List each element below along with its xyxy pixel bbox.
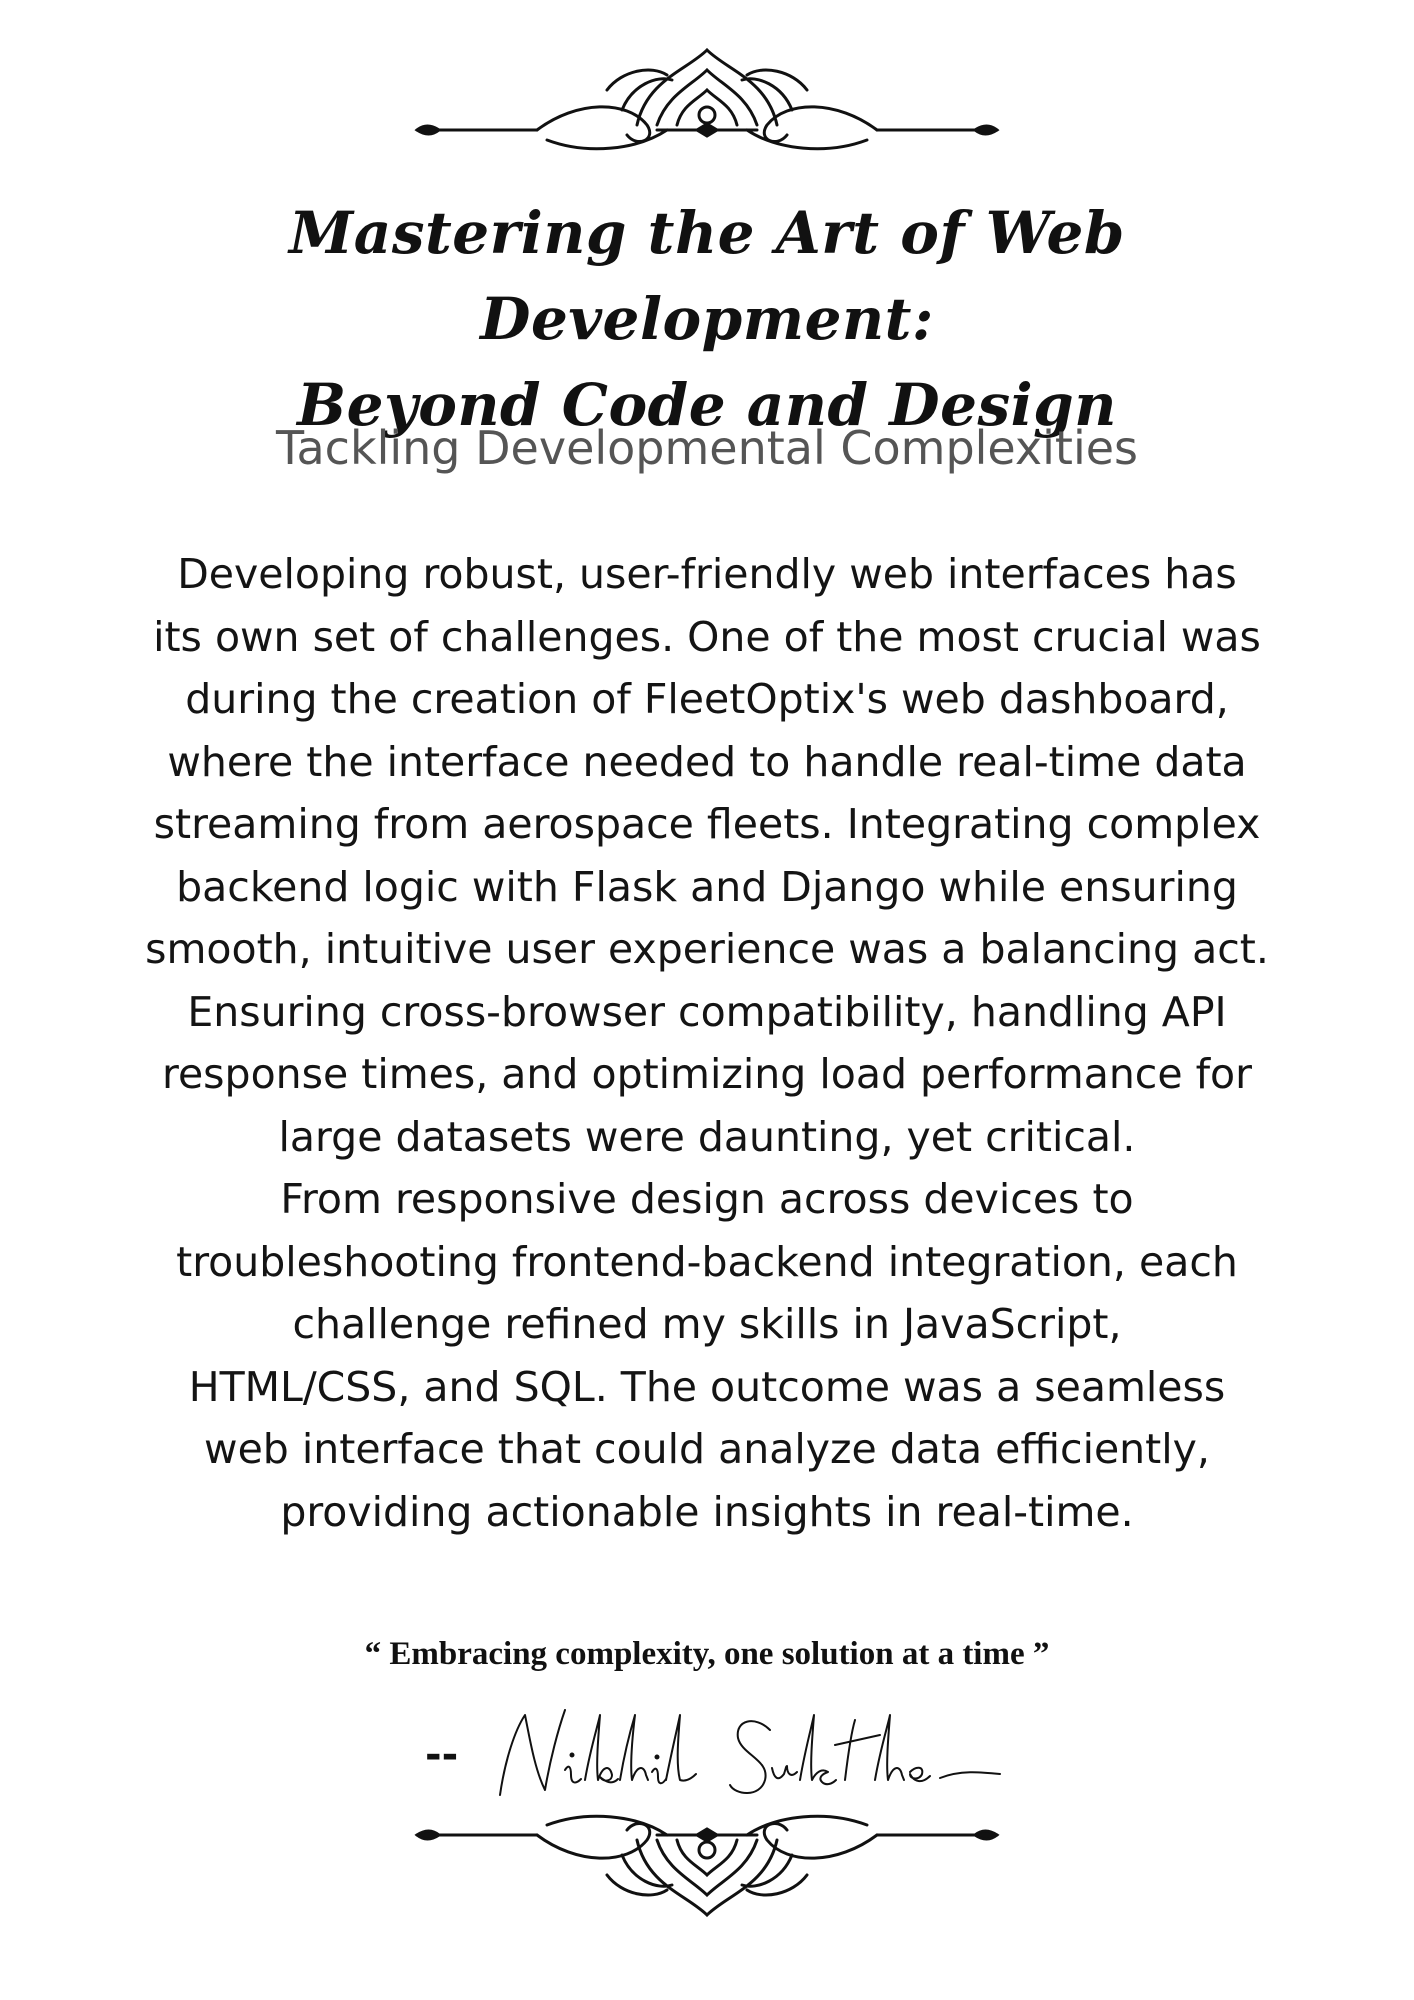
flourish-divider-icon (414, 1814, 1000, 1918)
body-line: its own set of challenges. One of the mo… (153, 612, 1261, 661)
handwritten-signature (499, 1709, 1001, 1796)
pull-quote: “ Embracing complexity, one solution at … (364, 1636, 1050, 1672)
body-line: HTML/CSS, and SQL. The outcome was a sea… (188, 1362, 1226, 1411)
signature-dash: -- (425, 1732, 459, 1778)
body-line: web interface that could analyze data ef… (204, 1425, 1210, 1473)
body-line: where the interface needed to handle rea… (167, 737, 1247, 786)
body-line: challenge refined my skills in JavaScrip… (292, 1300, 1122, 1348)
body-line: Ensuring cross-browser compatibility, ha… (187, 987, 1227, 1036)
body-line: providing actionable insights in real-ti… (280, 1487, 1134, 1536)
body-line: large datasets were daunting, yet critic… (278, 1112, 1136, 1161)
body-line: backend logic with Flask and Django whil… (176, 862, 1238, 911)
body-line: troubleshooting frontend-backend integra… (176, 1237, 1238, 1286)
signature: -- (420, 1700, 1020, 1810)
flourish-divider-icon (414, 47, 1000, 151)
page-title: Mastering the Art of Web Development: Be… (80, 190, 1334, 448)
body-line: From responsive design across devices to (280, 1175, 1134, 1223)
body-line: streaming from aerospace fleets. Integra… (153, 800, 1261, 848)
body-line: response times, and optimizing load perf… (162, 1050, 1252, 1098)
body-line: during the creation of FleetOptix's web … (185, 675, 1229, 723)
title-line-1: Mastering the Art of Web Development: (289, 199, 1125, 353)
body-paragraph: Developing robust, user-friendly web int… (95, 543, 1319, 1543)
body-line: smooth, intuitive user experience was a … (145, 925, 1269, 973)
body-line: Developing robust, user-friendly web int… (177, 550, 1237, 598)
section-subtitle: Tackling Developmental Complexities (275, 421, 1139, 475)
